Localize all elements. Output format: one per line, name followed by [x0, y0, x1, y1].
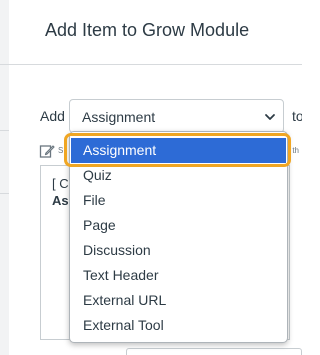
dropdown-option-text-header[interactable]: Text Header: [71, 263, 286, 288]
background-divider: [0, 64, 9, 65]
dropdown-option-assignment[interactable]: Assignment: [71, 138, 286, 163]
chevron-down-icon: [263, 110, 277, 124]
item-type-dropdown: Assignment Quiz File Page Discussion Tex…: [69, 131, 288, 343]
helper-text: S: [58, 146, 64, 155]
dropdown-option-quiz[interactable]: Quiz: [71, 163, 286, 188]
add-label: Add: [40, 108, 65, 124]
dialog-title: Add Item to Grow Module: [45, 20, 250, 40]
background-divider: [0, 130, 9, 131]
dropdown-option-external-tool[interactable]: External Tool: [71, 313, 286, 338]
screen: Add Item to Grow Module Add Assignment t…: [0, 0, 302, 355]
dropdown-option-page[interactable]: Page: [71, 213, 286, 238]
list-item-header: [ C: [52, 176, 69, 191]
item-type-select[interactable]: Assignment: [69, 99, 284, 133]
dropdown-option-file[interactable]: File: [71, 188, 286, 213]
to-label: to: [292, 108, 302, 124]
helper-text-end: th: [292, 146, 299, 155]
edit-icon: [39, 143, 55, 159]
background-divider: [0, 193, 9, 194]
dropdown-option-external-url[interactable]: External URL: [71, 288, 286, 313]
bottom-input[interactable]: [126, 348, 302, 355]
dropdown-option-discussion[interactable]: Discussion: [71, 238, 286, 263]
item-type-select-value: Assignment: [82, 109, 156, 125]
dialog-header: Add Item to Grow Module: [9, 0, 302, 65]
